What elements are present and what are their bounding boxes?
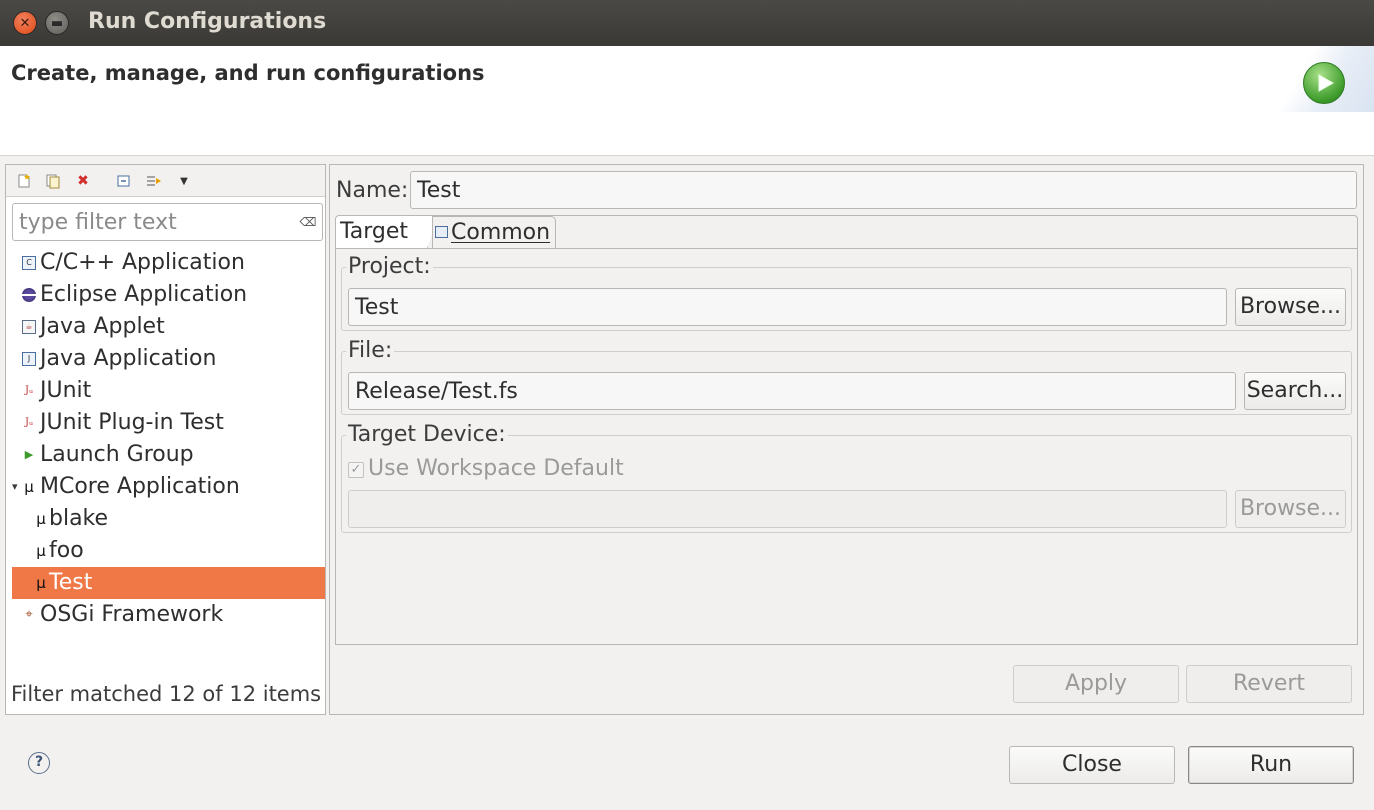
tree-item-cpp-application[interactable]: C C/C++ Application	[12, 247, 325, 279]
apply-button[interactable]: Apply	[1013, 665, 1179, 703]
run-icon	[1303, 62, 1345, 104]
tab-target[interactable]: Target	[336, 216, 439, 248]
collapse-all-icon[interactable]	[114, 171, 134, 191]
project-input[interactable]: Test	[348, 288, 1227, 326]
tab-common[interactable]: Common	[432, 216, 556, 248]
tree-item-osgi-framework[interactable]: ⌖ OSGi Framework	[12, 599, 325, 631]
junit-plugin-icon: Jᵤ	[25, 417, 33, 428]
run-button[interactable]: Run	[1188, 746, 1354, 784]
tree-item-eclipse-application[interactable]: Eclipse Application	[12, 279, 325, 311]
tab-folder: Target Common Project: Test Browse... Fi…	[335, 215, 1358, 645]
target-device-group: Target Device: ✓ Use Workspace Default Br…	[341, 422, 1352, 533]
name-value: Test	[417, 178, 461, 203]
name-label: Name:	[336, 178, 409, 203]
mcore-icon: μ	[36, 542, 46, 560]
file-input[interactable]: Release/Test.fs	[348, 372, 1236, 410]
use-workspace-default-checkbox[interactable]: ✓ Use Workspace Default	[348, 456, 624, 481]
target-device-label: Target Device:	[346, 422, 508, 448]
target-device-browse-button[interactable]: Browse...	[1235, 490, 1346, 528]
expander-icon[interactable]: ▾	[12, 471, 18, 503]
osgi-icon: ⌖	[25, 607, 33, 622]
tree-item-blake[interactable]: μ blake	[12, 503, 325, 535]
file-search-button[interactable]: Search...	[1244, 372, 1346, 410]
tree-item-java-applet[interactable]: ☕ Java Applet	[12, 311, 325, 343]
filter-icon[interactable]	[144, 171, 164, 191]
tree-item-java-application[interactable]: J Java Application	[12, 343, 325, 375]
tree-item-junit-plugin-test[interactable]: Jᵤ JUnit Plug-in Test	[12, 407, 325, 439]
eclipse-icon	[22, 288, 36, 302]
window-close-icon[interactable]: ✕	[13, 11, 37, 35]
file-group: File: Release/Test.fs Search...	[341, 338, 1352, 415]
filter-input[interactable]	[19, 209, 289, 235]
view-menu-icon[interactable]: ▼	[174, 171, 194, 191]
tree-item-foo[interactable]: μ foo	[12, 535, 325, 567]
tree-item-mcore-application[interactable]: ▾ μ MCore Application	[12, 471, 325, 503]
file-label: File:	[346, 338, 395, 364]
target-tab-body: Project: Test Browse... File: Release/Te…	[336, 248, 1357, 644]
clear-filter-icon[interactable]: ⌫	[300, 214, 317, 230]
target-device-input[interactable]	[348, 490, 1227, 528]
banner-title: Create, manage, and run configurations	[11, 61, 485, 85]
tree-item-junit[interactable]: Jᵤ JUnit	[12, 375, 325, 407]
cpp-app-icon: C	[22, 256, 36, 270]
name-input[interactable]: Test	[410, 171, 1357, 209]
close-button[interactable]: Close	[1009, 746, 1175, 784]
window-title: Run Configurations	[88, 9, 327, 34]
mcore-icon: μ	[24, 478, 34, 496]
window-minimize-icon[interactable]: ▬	[45, 11, 69, 35]
project-browse-button[interactable]: Browse...	[1235, 288, 1346, 326]
configuration-editor: Name: Test Target Common Project: Test B…	[329, 164, 1364, 715]
mcore-icon: μ	[36, 510, 46, 528]
window-titlebar: ✕ ▬ Run Configurations	[0, 0, 1374, 46]
filter-field[interactable]: ⌫	[12, 203, 323, 241]
new-configuration-icon[interactable]	[14, 171, 34, 191]
mcore-icon: μ	[36, 574, 46, 592]
dialog-banner: Create, manage, and run configurations	[0, 46, 1374, 156]
junit-icon: Jᵤ	[25, 385, 33, 396]
applet-icon: ☕	[22, 320, 36, 334]
project-label: Project:	[346, 254, 433, 280]
revert-button[interactable]: Revert	[1186, 665, 1352, 703]
duplicate-icon[interactable]	[43, 171, 63, 191]
list-toolbar: ✖ ▼	[6, 165, 325, 197]
tree-item-test[interactable]: μ Test	[12, 567, 325, 599]
tree-item-launch-group[interactable]: ▶ Launch Group	[12, 439, 325, 471]
help-icon[interactable]: ?	[28, 752, 50, 774]
launch-group-icon: ▶	[24, 448, 34, 461]
checkbox-checked-icon: ✓	[348, 462, 364, 478]
project-group: Project: Test Browse...	[341, 254, 1352, 331]
delete-icon[interactable]: ✖	[73, 171, 93, 191]
configuration-list-panel: ✖ ▼ ⌫ C C/C++ Application Eclipse Applic…	[5, 164, 326, 715]
java-app-icon: J	[22, 352, 36, 366]
filter-status: Filter matched 12 of 12 items	[11, 682, 322, 706]
common-tab-icon	[435, 226, 448, 238]
configuration-tree[interactable]: C C/C++ Application Eclipse Application …	[12, 247, 325, 631]
